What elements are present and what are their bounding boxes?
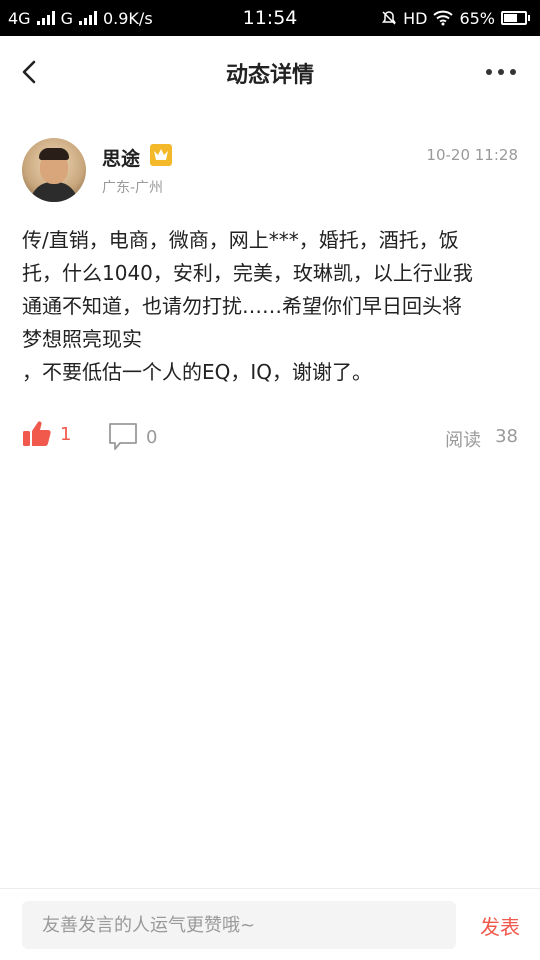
- vip-crown-icon: [150, 144, 172, 166]
- top-nav: 动态详情: [0, 36, 540, 110]
- comment-icon: [109, 423, 137, 450]
- network-type-g: G: [60, 8, 73, 28]
- battery-icon: [501, 11, 530, 25]
- status-bar: 4G G 0.9K/s 11:54 HD 65%: [0, 0, 540, 36]
- wifi-icon: [433, 10, 454, 26]
- send-button[interactable]: 发表: [480, 911, 520, 940]
- read-stats: 阅读 38: [445, 426, 518, 452]
- post-actions: 1 0 阅读 38: [22, 420, 518, 456]
- thumbs-up-icon: [23, 421, 51, 446]
- post-content: 传/直销，电商，微商，网上***，婚托，酒托，饭 托，什么1040，安利，完美，…: [22, 228, 473, 384]
- avatar[interactable]: [22, 138, 86, 202]
- more-options-icon[interactable]: [486, 64, 522, 80]
- post-header: 思途 广东-广州 10-20 11:28: [22, 138, 518, 204]
- comment-count: 0: [146, 426, 158, 448]
- comment-input[interactable]: [22, 901, 456, 949]
- username[interactable]: 思途: [102, 144, 140, 171]
- status-left: 4G G 0.9K/s: [8, 9, 153, 28]
- network-speed: 0.9K/s: [102, 8, 153, 28]
- comment-bar: 发表: [0, 888, 540, 960]
- battery-percent: 65%: [459, 8, 495, 28]
- network-type-4g: 4G: [8, 8, 31, 28]
- location: 广东-广州: [102, 180, 164, 196]
- back-icon[interactable]: [18, 58, 42, 86]
- mute-bell-icon: [382, 11, 397, 25]
- signal-icon-2: [78, 11, 97, 25]
- signal-icon: [36, 11, 55, 25]
- read-label: 阅读: [445, 430, 482, 451]
- like-button[interactable]: 1: [22, 420, 71, 448]
- status-right: HD 65%: [381, 9, 530, 28]
- page-title: 动态详情: [225, 63, 314, 88]
- hd-indicator: HD: [403, 8, 428, 28]
- like-count: 1: [60, 423, 72, 445]
- read-count: 38: [495, 426, 518, 447]
- comment-button[interactable]: 0: [108, 422, 157, 452]
- post-time: 10-20 11:28: [426, 146, 518, 164]
